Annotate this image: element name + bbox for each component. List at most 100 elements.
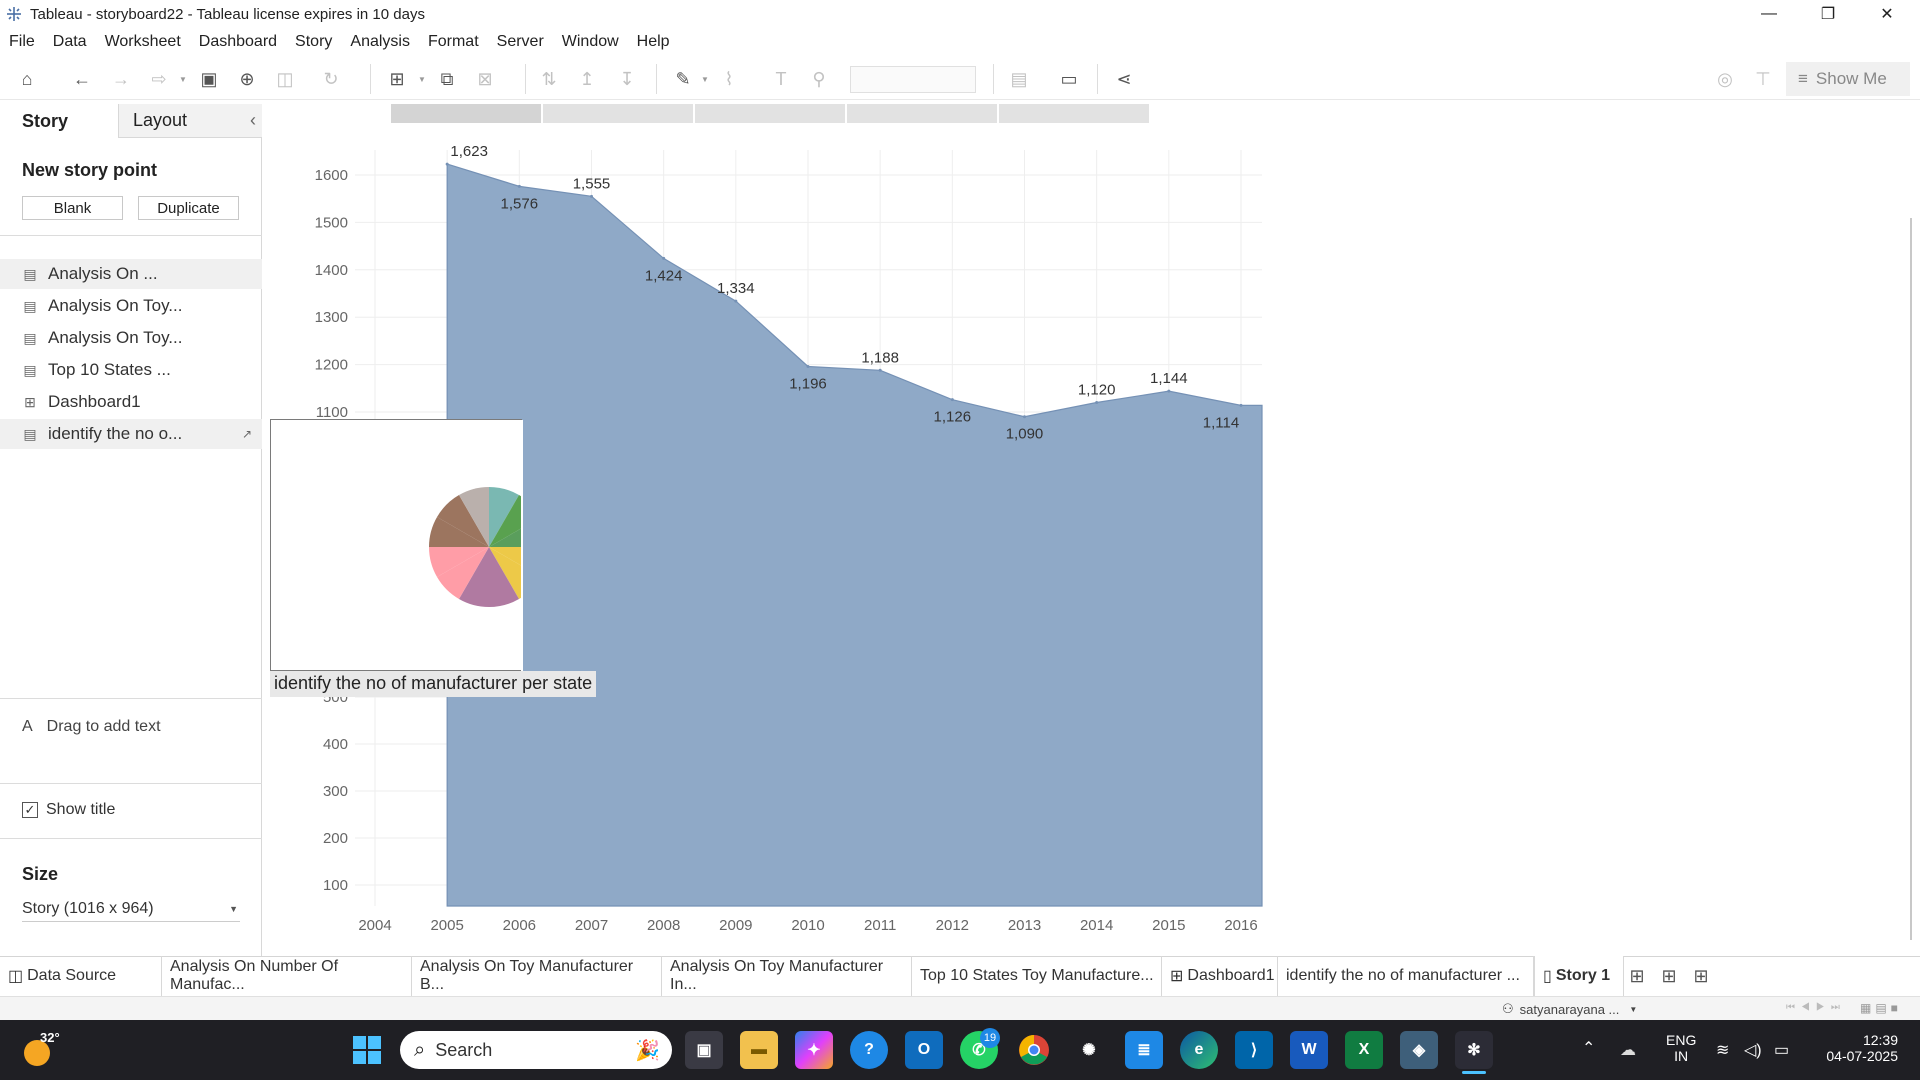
outlook-icon[interactable]: O [905,1031,943,1069]
tab-label: Analysis On Toy Manufacturer In... [670,958,884,993]
data-label: 1,114 [1203,414,1239,431]
data-point [1023,415,1026,419]
x-tick-label: 2015 [1152,917,1185,934]
language-indicator[interactable]: ENG IN [1666,1032,1696,1064]
tab-label: Analysis On Toy Manufacturer B... [420,958,634,993]
x-tick-label: 2006 [503,917,536,934]
data-point [806,364,810,368]
word-icon[interactable]: W [1290,1031,1328,1069]
x-tick-label: 2008 [647,917,680,934]
data-point [1239,403,1243,407]
data-point [517,184,521,188]
user-menu[interactable]: ⚇ satyanarayana ... ▼ [1502,999,1637,1019]
region-label: IN [1674,1048,1689,1064]
wifi-icon[interactable]: ≋ [1716,1040,1729,1060]
status-bar: ⚇ satyanarayana ... ▼ ⏮◀▶⏭ ▦▤■ [0,996,1920,1020]
x-tick-label: 2007 [575,917,608,934]
weather-widget[interactable]: 32° [22,1030,66,1070]
tab-label: Dashboard1 [1187,967,1275,984]
sheet-thumbnail[interactable] [270,419,549,672]
tab-sheet[interactable]: Analysis On Toy Manufacturer B... [412,956,662,996]
sheet-nav-arrows[interactable]: ⏮◀▶⏭ [1786,1002,1846,1013]
tab-label: Data Source [27,967,117,984]
data-label: 1,120 [1078,382,1116,399]
y-tick-label: 300 [323,783,348,800]
active-app-indicator [1462,1071,1486,1074]
x-tick-label: 2004 [358,917,391,934]
chrome-icon[interactable] [1015,1031,1053,1069]
y-tick-label: 1300 [315,309,348,326]
user-name: satyanarayana ... [1519,1001,1620,1017]
clock-date: 04-07-2025 [1826,1048,1898,1064]
search-highlight-icon: 🎉 [635,1039,660,1062]
excel-icon[interactable]: X [1345,1031,1383,1069]
tab-sheet[interactable]: Top 10 States Toy Manufacture... [912,956,1162,996]
x-tick-label: 2014 [1080,917,1113,934]
new-dashboard-tab-icon[interactable]: ⊞ [1656,963,1682,989]
data-label: 1,144 [1150,370,1188,387]
search-placeholder: Search [435,1039,493,1060]
x-tick-label: 2012 [936,917,969,934]
y-tick-label: 1600 [315,167,348,184]
dashboard-icon: ⊞ [1170,968,1184,985]
tab-sheet[interactable]: Analysis On Number Of Manufac... [162,956,412,996]
clock[interactable]: 12:39 04-07-2025 [1808,1032,1898,1064]
battery-icon[interactable]: ▭ [1774,1040,1789,1060]
copilot-icon[interactable]: ✦ [795,1031,833,1069]
tab-label: identify the no of manufacturer ... [1286,967,1520,984]
story-icon: ▯ [1543,968,1552,985]
volume-icon[interactable]: ◁) [1744,1040,1762,1060]
mysql-workbench-icon[interactable]: ◈ [1400,1031,1438,1069]
edge-icon[interactable]: e [1180,1031,1218,1069]
area-series [446,163,1263,907]
y-tick-label: 400 [323,736,348,753]
tab-label: Top 10 States Toy Manufacture... [920,967,1154,984]
data-label: 1,555 [573,175,611,192]
x-tick-label: 2010 [791,917,824,934]
y-tick-label: 1200 [315,357,348,374]
pie-chart-thumbnail [429,420,549,672]
search-icon: ⌕ [414,1038,426,1061]
y-tick-label: 1500 [315,214,348,231]
task-view-icon[interactable]: ▣ [685,1031,723,1069]
x-tick-label: 2013 [1008,917,1041,934]
file-explorer-icon[interactable]: ▬ [740,1031,778,1069]
data-label: 1,424 [645,267,683,284]
view-mode-icons[interactable]: ▦▤■ [1860,1001,1902,1015]
y-tick-label: 100 [323,877,348,894]
data-point [734,299,738,303]
chatgpt-icon[interactable]: ✺ [1070,1031,1108,1069]
clock-time: 12:39 [1862,1032,1898,1048]
tab-sheet[interactable]: Analysis On Toy Manufacturer In... [662,956,912,996]
start-icon[interactable] [348,1031,386,1069]
tab-dashboard[interactable]: ⊞ Dashboard1 [1162,956,1278,996]
data-point [662,256,666,260]
x-tick-label: 2011 [864,917,896,934]
tab-story-1[interactable]: ▯ Story 1 [1534,956,1624,996]
datasource-icon: ◫ [8,968,24,985]
user-icon: ⚇ [1502,1001,1514,1016]
notepad-icon[interactable]: ≣ [1125,1031,1163,1069]
taskbar-search-input[interactable]: ⌕ Search 🎉 [400,1031,672,1069]
tab-data-source[interactable]: ◫ Data Source [0,956,162,996]
y-tick-label: 1400 [315,262,348,279]
data-label: 1,576 [501,195,539,212]
vscode-icon[interactable]: ⟩ [1235,1031,1273,1069]
tab-sheet[interactable]: identify the no of manufacturer ... [1278,956,1534,996]
data-point [950,398,954,402]
data-point [878,368,882,372]
help-icon[interactable]: ? [850,1031,888,1069]
data-point [1095,401,1099,405]
x-tick-label: 2016 [1224,917,1257,934]
onedrive-icon[interactable]: ☁ [1620,1040,1636,1060]
tableau-taskbar-icon[interactable]: ✻ [1455,1031,1493,1069]
notification-badge: 19 [980,1028,1000,1048]
new-worksheet-tab-icon[interactable]: ⊞ [1624,963,1650,989]
language-label: ENG [1666,1032,1697,1048]
chevron-up-icon[interactable]: ⌃ [1582,1038,1595,1058]
x-tick-label: 2005 [430,917,463,934]
pie-clip-edge [521,420,523,672]
x-tick-label: 2009 [719,917,752,934]
new-story-tab-icon[interactable]: ⊞ [1688,963,1714,989]
data-label: 1,623 [450,143,488,160]
